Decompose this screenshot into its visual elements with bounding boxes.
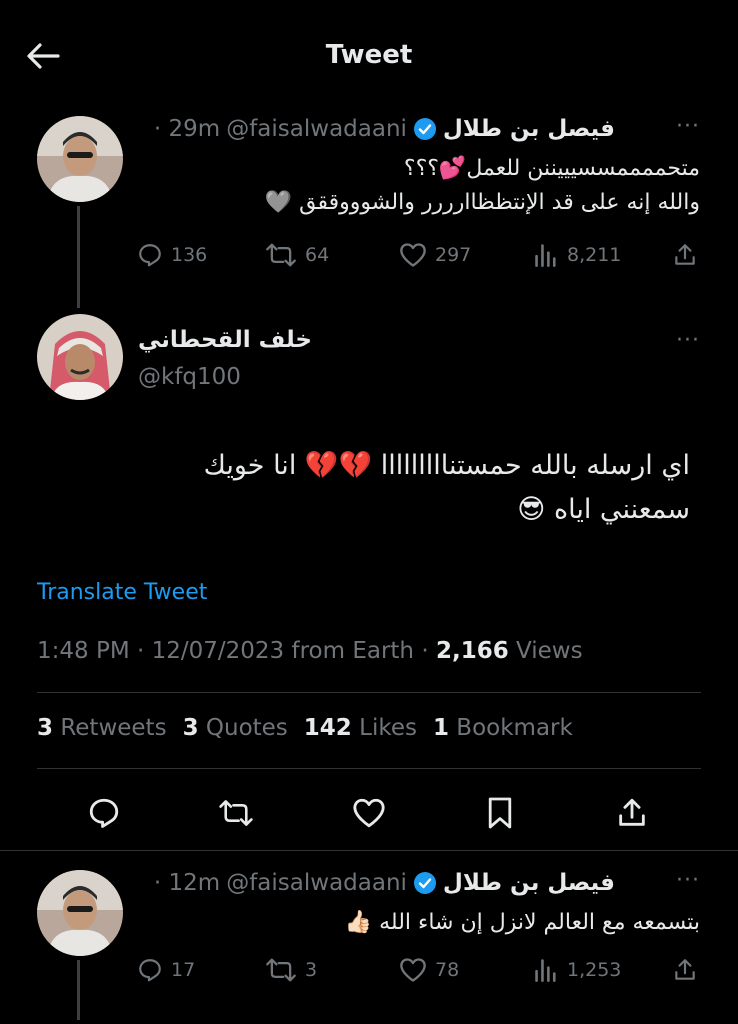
divider <box>0 850 738 851</box>
heart-icon <box>400 243 426 267</box>
views-count: 1,253 <box>567 959 622 981</box>
like-count: 78 <box>435 959 460 981</box>
tweet-line: والله إنه على قد الإنتظظاارررر والشوووقق… <box>264 190 700 215</box>
share-button[interactable] <box>672 242 706 268</box>
share-icon <box>675 244 695 265</box>
avatar[interactable] <box>37 870 123 956</box>
separator: · <box>137 638 152 664</box>
more-icon[interactable]: ··· <box>676 328 700 353</box>
verified-badge-icon <box>413 118 436 140</box>
retweet-button[interactable]: 3 <box>265 957 317 983</box>
views-count: 8,211 <box>567 244 622 266</box>
likes-count: 142 <box>303 715 352 741</box>
quotes-label: Quotes <box>205 715 288 741</box>
like-count: 297 <box>435 244 472 266</box>
handle[interactable]: @faisalwadaani <box>226 870 407 896</box>
reply-icon <box>89 798 119 828</box>
reply-button[interactable]: 17 <box>137 957 195 983</box>
divider <box>37 692 701 693</box>
tweet-time: 1:48 PM <box>37 638 130 664</box>
retweet-icon <box>266 243 296 267</box>
likes-label: Likes <box>359 715 417 741</box>
reply-icon <box>139 959 161 982</box>
like-button[interactable]: 297 <box>399 242 471 268</box>
views-icon <box>535 244 556 267</box>
retweet-button[interactable] <box>218 795 254 831</box>
timestamp: · 12m <box>153 870 221 896</box>
display-name[interactable]: فيصل بن طلال <box>443 870 615 896</box>
retweet-button[interactable]: 64 <box>265 242 329 268</box>
display-name[interactable]: فيصل بن طلال <box>443 116 615 142</box>
bookmark-icon <box>488 797 512 829</box>
retweet-count: 64 <box>305 244 330 266</box>
reply-button[interactable]: 136 <box>137 242 207 268</box>
reply-button[interactable] <box>86 795 122 831</box>
retweets-stat[interactable]: 3 Retweets <box>37 715 167 741</box>
bookmarks-label: Bookmark <box>456 715 573 741</box>
tweet-text: متحممممسسيييننن للعمل💕؟؟؟ والله إنه على … <box>130 152 700 220</box>
quotes-count: 3 <box>182 715 199 741</box>
quotes-stat[interactable]: 3 Quotes <box>183 715 288 741</box>
share-button[interactable] <box>614 795 650 831</box>
tweet-line: بتسمعه مع العالم لانزل إن شاء الله 👍🏻 <box>344 910 700 935</box>
tweet-line: سمعنني اياه 😎 <box>517 494 690 525</box>
retweet-icon <box>219 800 253 826</box>
more-icon[interactable]: ··· <box>676 868 700 893</box>
heart-icon <box>353 798 385 828</box>
tweet-text: اي ارسله بالله حمستنااااااااا 💔💔 انا خوي… <box>40 444 690 532</box>
tweet-text: بتسمعه مع العالم لانزل إن شاء الله 👍🏻 <box>130 906 700 940</box>
reply-icon <box>139 244 161 267</box>
likes-stat[interactable]: 142 Likes <box>304 715 417 741</box>
tweet-date: 12/07/2023 from Earth <box>151 638 415 664</box>
share-button[interactable] <box>672 957 706 983</box>
display-name[interactable]: خلف القحطاني <box>138 327 312 353</box>
separator: · <box>421 638 436 664</box>
views-button[interactable]: 8,211 <box>533 242 621 268</box>
share-icon <box>619 798 645 826</box>
tweet-line: اي ارسله بالله حمستنااااااااا 💔💔 انا خوي… <box>203 450 690 481</box>
avatar-image <box>37 314 123 400</box>
verified-badge-icon <box>413 872 436 894</box>
more-icon[interactable]: ··· <box>676 114 700 139</box>
top-bar: Tweet <box>0 0 738 96</box>
avatar[interactable] <box>37 314 123 400</box>
heart-icon <box>400 958 426 982</box>
tweet-header: خلف القحطاني <box>138 325 312 355</box>
handle[interactable]: @kfq100 <box>138 364 241 390</box>
avatar[interactable] <box>37 116 123 202</box>
views-count: 2,166 <box>435 638 509 664</box>
tweet-header: فيصل بن طلال @faisalwadaani · 12m <box>154 868 615 898</box>
translate-link[interactable]: Translate Tweet <box>37 580 207 605</box>
avatar-image <box>37 870 123 956</box>
bookmarks-count: 1 <box>432 715 449 741</box>
bookmarks-stat[interactable]: 1 Bookmark <box>433 715 573 741</box>
retweet-count: 3 <box>305 959 318 981</box>
views-label: Views <box>516 638 583 664</box>
views-button[interactable]: 1,253 <box>533 957 621 983</box>
thread-line <box>77 206 80 308</box>
bookmark-button[interactable] <box>482 795 518 831</box>
tweet-meta: 1:48 PM · 12/07/2023 from Earth · 2,166 … <box>37 638 583 664</box>
tweet-header: فيصل بن طلال @faisalwadaani · 29m <box>154 114 615 144</box>
retweets-label: Retweets <box>60 715 167 741</box>
timestamp: · 29m <box>153 116 221 142</box>
share-icon <box>675 959 695 980</box>
reply-count: 17 <box>171 959 196 981</box>
retweet-icon <box>266 958 296 982</box>
tweet-line: متحممممسسيييننن للعمل💕؟؟؟ <box>403 156 700 181</box>
like-button[interactable]: 78 <box>399 957 459 983</box>
divider <box>37 768 701 769</box>
thread-line <box>77 960 80 1020</box>
page-title: Tweet <box>325 40 413 70</box>
views-icon <box>535 959 556 982</box>
reply-count: 136 <box>171 244 208 266</box>
avatar-image <box>37 116 123 202</box>
retweets-count: 3 <box>37 715 54 741</box>
engagement-stats: 3 Retweets 3 Quotes 142 Likes 1 Bookmark <box>37 715 589 741</box>
like-button[interactable] <box>351 795 387 831</box>
handle[interactable]: @faisalwadaani <box>226 116 407 142</box>
